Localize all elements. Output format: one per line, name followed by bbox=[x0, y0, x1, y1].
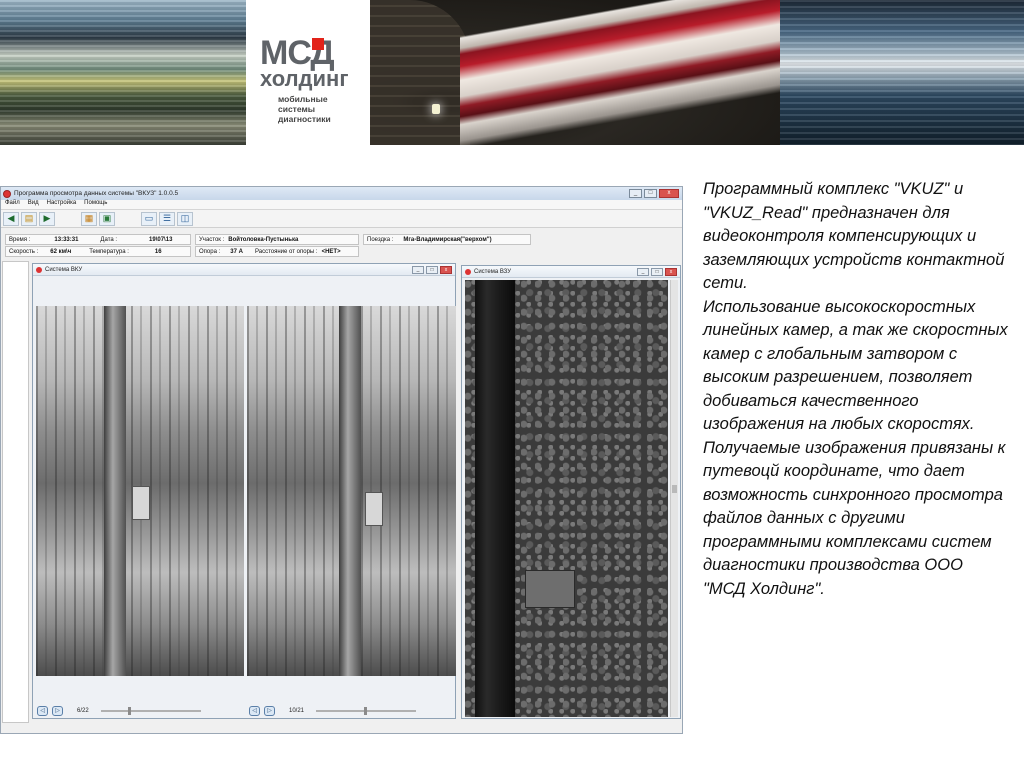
tunnel-train-image bbox=[370, 0, 780, 145]
date-label: Дата : bbox=[100, 236, 118, 243]
previous-frame-button[interactable]: ◁ bbox=[249, 706, 260, 716]
panel-icon bbox=[36, 266, 42, 273]
panel-vku-titlebar: Система ВКУ _ □ x bbox=[33, 264, 455, 276]
speed-temp-row: Скорость : 62 км\ч Температура : 16 bbox=[5, 246, 191, 257]
track-fastening bbox=[525, 570, 575, 608]
logo-red-square bbox=[312, 38, 324, 50]
section-value: Войтоловка-Пустынька bbox=[228, 236, 299, 243]
left-playback-controls: ◁ ▷ 6/22 bbox=[37, 704, 243, 718]
track-camera-image bbox=[465, 280, 668, 717]
camera-image-right bbox=[247, 306, 456, 676]
right-frame-slider[interactable] bbox=[316, 707, 417, 715]
application-window: Программа просмотра данных системы "ВКУЗ… bbox=[0, 186, 683, 734]
support-label: Опора : bbox=[199, 248, 221, 255]
camera-image-left bbox=[36, 306, 244, 676]
catenary-pole bbox=[104, 306, 126, 676]
maximize-button[interactable]: □ bbox=[644, 189, 657, 198]
slider-knob[interactable] bbox=[127, 707, 131, 715]
support-value: 37 А bbox=[230, 248, 243, 255]
header-banner: МСД холдинг мобильные системы диагностик… bbox=[0, 0, 1024, 145]
speed-value: 62 км\ч bbox=[50, 248, 72, 255]
support-row: Опора : 37 А Расстояние от опоры : <НЕТ> bbox=[195, 246, 359, 257]
tunnel-arch bbox=[370, 0, 470, 145]
vertical-scrollbar[interactable] bbox=[670, 280, 678, 717]
next-frame-button[interactable]: ▷ bbox=[52, 706, 63, 716]
left-frame-slider[interactable] bbox=[100, 707, 201, 715]
trip-label: Поездка : bbox=[367, 236, 394, 243]
slider-knob[interactable] bbox=[364, 707, 368, 715]
section-row: Участок : Войтоловка-Пустынька bbox=[195, 234, 359, 245]
pole-equipment bbox=[365, 492, 383, 526]
info-bar: Время : 13:33:31 Дата : 19\07\13 Скорост… bbox=[3, 234, 681, 258]
time-value: 13:33:31 bbox=[54, 236, 79, 243]
panel-vku-title: Система ВКУ bbox=[45, 266, 83, 273]
panel-maximize-button[interactable]: □ bbox=[426, 265, 438, 274]
menu-settings[interactable]: Настройка bbox=[47, 200, 77, 209]
temperature-value: 16 bbox=[154, 248, 162, 255]
scrollbar-thumb[interactable] bbox=[672, 485, 677, 494]
date-value: 19\07\13 bbox=[149, 236, 173, 243]
panel-vzu-title: Система ВЗУ bbox=[474, 268, 512, 275]
panel-maximize-button[interactable]: □ bbox=[651, 267, 663, 276]
trip-value: Мга-Владимирская("верхом") bbox=[403, 236, 492, 243]
pole-equipment bbox=[132, 486, 150, 520]
app-icon bbox=[3, 189, 11, 198]
temperature-label: Температура : bbox=[89, 248, 129, 255]
minimize-button[interactable]: _ bbox=[629, 189, 642, 198]
panel-close-button[interactable]: x bbox=[665, 267, 677, 276]
window-title: Программа просмотра данных системы "ВКУЗ… bbox=[14, 190, 179, 197]
panel-vzu-titlebar: Система ВЗУ _ □ x bbox=[462, 266, 680, 278]
next-frame-button[interactable]: ▷ bbox=[264, 706, 275, 716]
company-logo: МСД холдинг мобильные системы диагностик… bbox=[246, 0, 370, 145]
catenary-pole bbox=[339, 306, 361, 676]
panel-icon bbox=[465, 268, 471, 275]
panel-vku: Система ВКУ _ □ x ◁ ▷ 6/22 ◁ ▷ 10/21 bbox=[32, 263, 456, 719]
right-frame-counter: 10/21 bbox=[289, 708, 305, 714]
left-frame-counter: 6/22 bbox=[77, 708, 89, 714]
grid-view-icon[interactable]: ▦ bbox=[81, 211, 97, 226]
window-layout-icon[interactable]: ▭ bbox=[141, 211, 157, 226]
window-controls: _ □ x bbox=[629, 189, 682, 198]
menu-help[interactable]: Помощь bbox=[84, 200, 107, 209]
split-horizontal-icon[interactable]: ☰ bbox=[159, 211, 175, 226]
speed-label: Скорость : bbox=[9, 248, 39, 255]
motion-blur-image-right bbox=[780, 0, 1024, 145]
right-playback-controls: ◁ ▷ 10/21 bbox=[249, 704, 455, 718]
forward-icon[interactable]: ▶ bbox=[39, 211, 55, 226]
panel-close-button[interactable]: x bbox=[440, 265, 452, 274]
motion-blur-image-left bbox=[0, 0, 246, 145]
window-titlebar: Программа просмотра данных системы "ВКУЗ… bbox=[1, 187, 682, 200]
image-view-icon[interactable]: ▣ bbox=[99, 211, 115, 226]
toolbar: ◀ ▤ ▶ ▦ ▣ ▭ ☰ ◫ bbox=[1, 210, 682, 228]
panel-vzu: Система ВЗУ _ □ x bbox=[461, 265, 681, 719]
time-date-row: Время : 13:33:31 Дата : 19\07\13 bbox=[5, 234, 191, 245]
train-motion-blur bbox=[460, 0, 780, 145]
menu-view[interactable]: Вид bbox=[28, 200, 39, 209]
trip-row: Поездка : Мга-Владимирская("верхом") bbox=[363, 234, 531, 245]
section-label: Участок : bbox=[199, 236, 225, 243]
distance-value: <НЕТ> bbox=[321, 248, 341, 255]
description-text: Программный комплекс "VKUZ" и "VKUZ_Read… bbox=[703, 180, 1008, 598]
logo-tagline: мобильные системы диагностики bbox=[278, 94, 331, 124]
rail bbox=[475, 280, 515, 717]
split-vertical-icon[interactable]: ◫ bbox=[177, 211, 193, 226]
previous-frame-button[interactable]: ◁ bbox=[37, 706, 48, 716]
folder-open-icon[interactable]: ▤ bbox=[21, 211, 37, 226]
menu-file[interactable]: Файл bbox=[5, 200, 20, 209]
panel-minimize-button[interactable]: _ bbox=[412, 265, 424, 274]
time-label: Время : bbox=[9, 236, 31, 243]
logo-name: холдинг bbox=[260, 66, 349, 91]
navigation-strip bbox=[2, 261, 29, 723]
close-button[interactable]: x bbox=[659, 189, 679, 198]
back-icon[interactable]: ◀ bbox=[3, 211, 19, 226]
tunnel-light bbox=[432, 104, 440, 114]
panel-minimize-button[interactable]: _ bbox=[637, 267, 649, 276]
menu-bar: Файл Вид Настройка Помощь bbox=[1, 200, 682, 210]
distance-label: Расстояние от опоры : bbox=[254, 248, 318, 255]
